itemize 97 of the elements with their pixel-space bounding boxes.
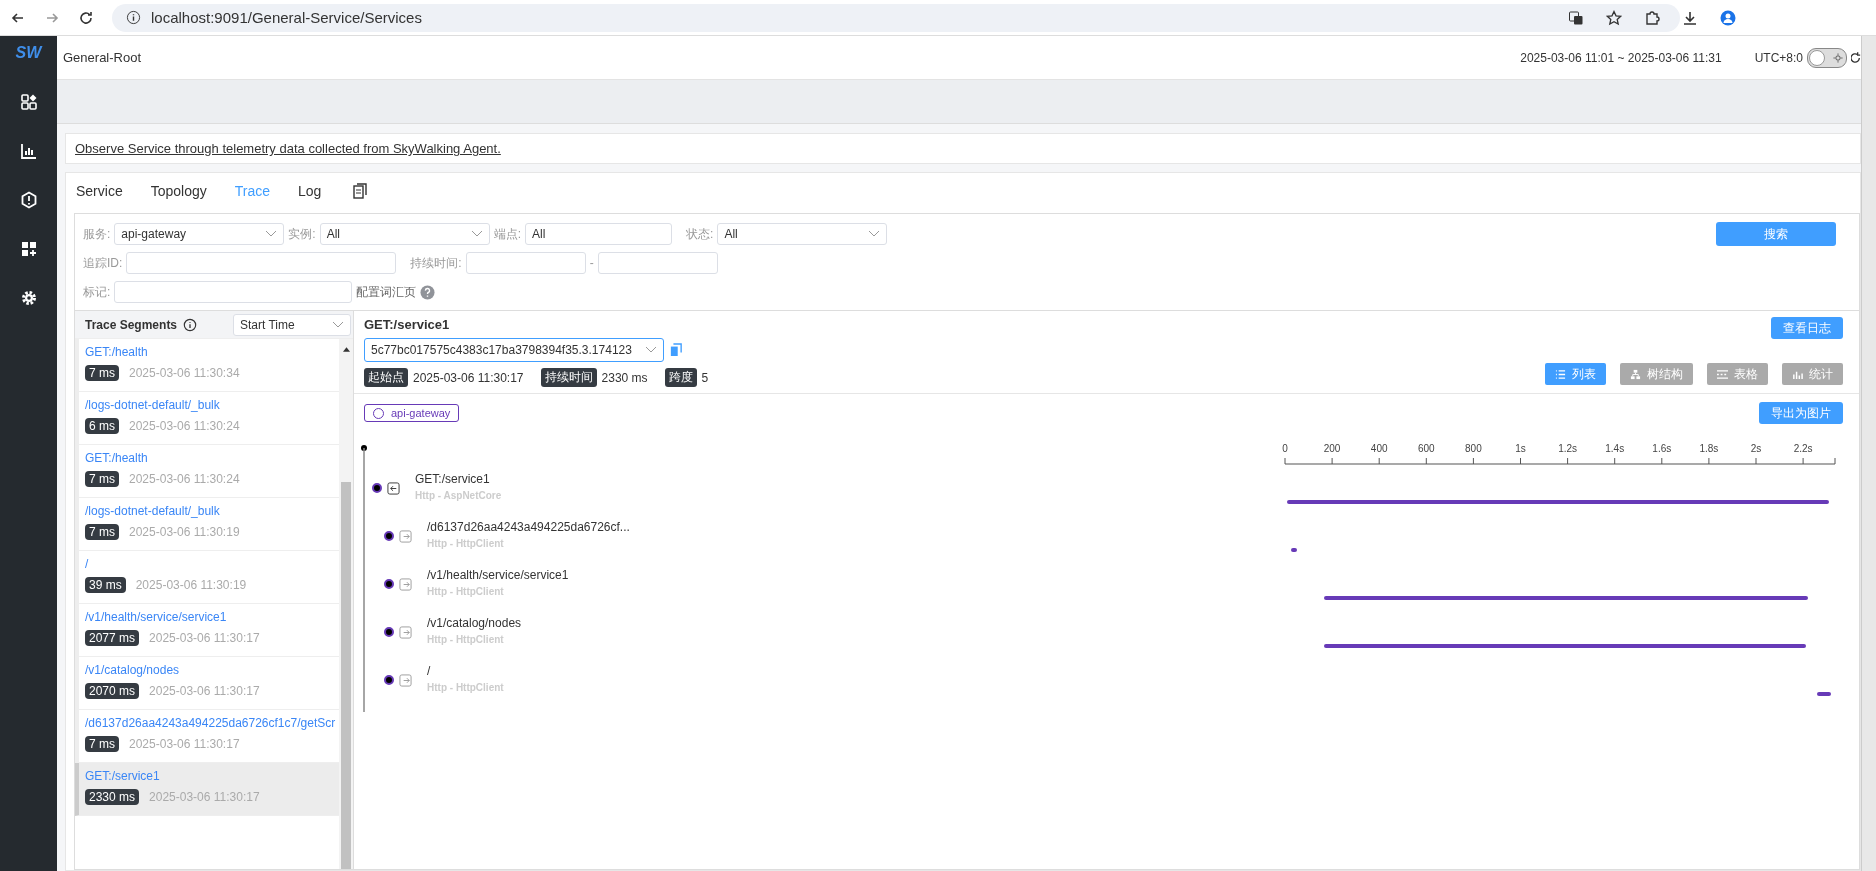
tags-field[interactable] (114, 281, 353, 303)
chevron-down-icon (645, 346, 657, 354)
span-name[interactable]: GET:/service1 (415, 471, 502, 486)
settings-icon[interactable] (19, 289, 38, 307)
add-widget-icon[interactable] (19, 240, 38, 258)
extension-icon[interactable] (1644, 9, 1660, 26)
span-name[interactable]: /v1/health/service/service1 (427, 567, 569, 582)
tab[interactable]: Log (298, 183, 322, 199)
dashboard-icon[interactable] (19, 93, 38, 111)
alert-icon[interactable] (19, 191, 38, 209)
meta-value: 5 (701, 370, 709, 385)
chevron-down-icon (470, 230, 483, 238)
chart-icon[interactable] (19, 142, 38, 160)
meta-tag: 跨度 (664, 368, 697, 387)
timezone-label: UTC+8:0 (1754, 50, 1803, 65)
tick-label: 1s (1515, 443, 1526, 454)
chevron-down-icon (868, 230, 881, 238)
tick-label: 2.2s (1793, 443, 1813, 454)
tick-label: 1.8s (1699, 443, 1719, 454)
filter-label: 标记: (83, 283, 111, 301)
tick-label: 1.6s (1652, 443, 1672, 454)
theme-toggle[interactable] (1807, 47, 1847, 68)
span-dot-icon (372, 483, 382, 493)
table-icon (1717, 368, 1728, 380)
filter-label: 端点: (493, 225, 522, 243)
meta-value: 2025-03-06 11:30:17 (413, 370, 524, 385)
sort-select[interactable]: Start Time (233, 313, 351, 336)
time-range[interactable]: 2025-03-06 11:01 ~ 2025-03-06 11:31 (1520, 50, 1722, 65)
tick-label: 600 (1417, 443, 1435, 454)
scrollbar[interactable] (339, 339, 353, 869)
tick-label: 800 (1465, 443, 1482, 454)
range-separator: - (589, 256, 594, 270)
min-duration-field[interactable] (465, 252, 586, 274)
meta-tag: 起始点 (364, 368, 408, 387)
trace-title: GET:/service1 (364, 317, 451, 332)
filter-label: 服务: (83, 225, 111, 243)
help-icon[interactable] (420, 284, 436, 300)
segments-title: Trace Segments (85, 317, 178, 332)
span-name[interactable]: / (427, 663, 504, 678)
tick-label: 1.2s (1558, 443, 1578, 454)
trace-id-field[interactable] (126, 252, 397, 274)
copy-icon[interactable] (670, 343, 682, 357)
scroll-up-icon[interactable] (342, 347, 350, 352)
exit-icon (399, 529, 412, 543)
reload-icon[interactable] (78, 9, 94, 26)
profile-icon[interactable] (1720, 9, 1736, 26)
span-name[interactable]: /d6137d26aa4243a494225da6726cf... (427, 519, 630, 534)
tick-label: 400 (1370, 443, 1388, 454)
copy-icon[interactable] (353, 183, 368, 199)
span-bar[interactable] (1291, 548, 1297, 552)
chevron-down-icon (332, 320, 344, 329)
sun-icon (1833, 52, 1843, 63)
exit-icon (399, 625, 412, 639)
address-bar[interactable]: localhost:9091/General-Service/Services (112, 3, 1680, 32)
download-icon[interactable] (1682, 9, 1698, 26)
tick-label: 200 (1323, 443, 1341, 454)
tags-help-label: 配置词汇页 (356, 283, 417, 301)
instance-select[interactable]: All (319, 223, 490, 245)
span-dot-icon (384, 675, 394, 685)
exit-icon (399, 577, 412, 591)
endpoint-field[interactable]: All (525, 223, 673, 245)
span-dot-icon (384, 579, 394, 589)
trace-segment-item[interactable]: GET:/service1 2330 ms 2025-03-06 11:30:17 (75, 763, 339, 816)
info-icon[interactable] (183, 317, 198, 332)
page-title: General-Root (63, 50, 142, 65)
description-link[interactable]: Observe Service through telemetry data collected from SkyWalking Agent. (75, 141, 501, 156)
exit-icon (399, 673, 412, 687)
hierarchy-icon (1630, 368, 1641, 380)
meta-tag: 持续时间 (540, 368, 597, 387)
meta-value: 2330 ms (601, 370, 648, 385)
span-bar[interactable] (1817, 692, 1831, 696)
logo[interactable]: SW (15, 44, 42, 62)
span-dot-icon (384, 531, 394, 541)
entry-icon (387, 481, 400, 495)
trace-id-select[interactable]: 5c77bc017575c4383c17ba3798394f35.3.174123 (364, 338, 664, 362)
tick-label: 2s (1750, 443, 1762, 454)
span-name[interactable]: /v1/catalog/nodes (427, 615, 522, 630)
info-icon[interactable] (126, 10, 141, 25)
page-scrollbar[interactable] (1861, 36, 1876, 871)
refresh-icon[interactable] (1851, 50, 1861, 65)
max-duration-field[interactable] (597, 252, 718, 274)
star-icon[interactable] (1606, 9, 1622, 26)
filter-label: 追踪ID: (83, 254, 123, 272)
filter-label: 持续时间: (410, 254, 462, 272)
service-select[interactable]: api-gateway (114, 223, 285, 245)
tick-label: 1.4s (1605, 443, 1625, 454)
list-icon (1555, 368, 1566, 380)
span-dot-icon (384, 627, 394, 637)
tick-label: 0 (1282, 443, 1288, 454)
filter-label: 状态: (686, 225, 714, 243)
tab[interactable]: Service (76, 183, 123, 199)
filter-label: 实例: (288, 225, 316, 243)
translate-icon[interactable] (1568, 9, 1584, 26)
chevron-down-icon (265, 230, 278, 238)
status-select[interactable]: All (717, 223, 888, 245)
tab[interactable]: Topology (150, 183, 207, 199)
service-tag[interactable]: api-gateway (364, 404, 460, 422)
